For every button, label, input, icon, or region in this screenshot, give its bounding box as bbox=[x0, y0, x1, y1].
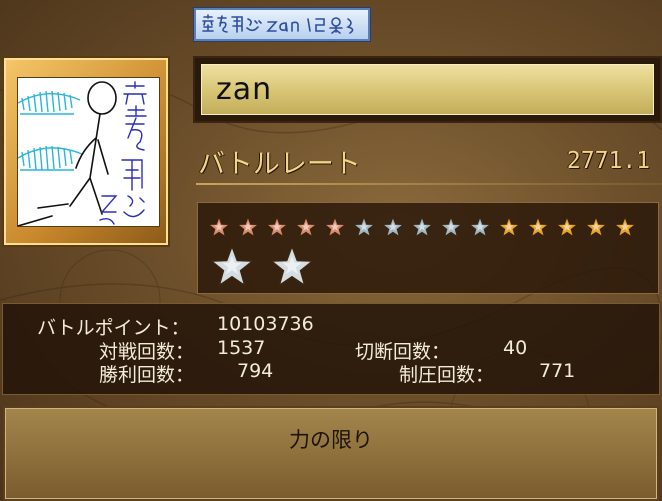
rank-star-gold-icon bbox=[527, 216, 549, 238]
battle-points-value: 10103736 bbox=[217, 313, 314, 335]
rank-star-gold-icon bbox=[585, 216, 607, 238]
player-name-banner: zan bbox=[193, 56, 662, 123]
avatar-frame[interactable] bbox=[2, 56, 170, 247]
big-star-silver-icon bbox=[268, 243, 316, 288]
title-bar[interactable]: 力の限り bbox=[3, 406, 659, 501]
battle-points-label: バトルポイント： bbox=[37, 317, 190, 339]
rank-star-gold-icon bbox=[614, 216, 636, 238]
rank-star-silver-icon bbox=[440, 216, 462, 238]
rank-stars-panel bbox=[197, 202, 659, 294]
name-tag-handwriting bbox=[202, 13, 354, 34]
player-name-plate: zan bbox=[201, 64, 654, 115]
rank-star-copper-icon bbox=[266, 216, 288, 238]
rank-star-copper-icon bbox=[324, 216, 346, 238]
rank-star-silver-icon bbox=[469, 216, 491, 238]
big-star-silver-icon bbox=[208, 243, 256, 288]
battle-rate-value: 2771.1 bbox=[566, 148, 650, 174]
matches-value: 1537 bbox=[217, 337, 266, 359]
conquests-label: 制圧回数： bbox=[399, 364, 495, 386]
stats-panel: バトルポイント： 10103736 対戦回数： 1537 切断回数： 40 勝利… bbox=[2, 303, 660, 395]
battle-rate-divider bbox=[196, 183, 662, 185]
disconnects-value: 40 bbox=[503, 337, 528, 359]
rank-star-silver-icon bbox=[411, 216, 433, 238]
battle-rate-label: バトルレート bbox=[198, 149, 361, 180]
wins-value: 794 bbox=[237, 360, 274, 382]
conquests-value: 771 bbox=[539, 360, 576, 382]
title-text: 力の限り bbox=[289, 428, 373, 452]
rank-star-gold-icon bbox=[498, 216, 520, 238]
rank-star-copper-icon bbox=[208, 216, 230, 238]
rank-star-gold-icon bbox=[556, 216, 578, 238]
player-name: zan bbox=[216, 72, 273, 107]
avatar bbox=[17, 77, 160, 227]
rank-star-silver-icon bbox=[382, 216, 404, 238]
rank-star-copper-icon bbox=[295, 216, 317, 238]
wins-label: 勝利回数： bbox=[99, 364, 195, 386]
rank-star-copper-icon bbox=[237, 216, 259, 238]
rank-star-silver-icon bbox=[353, 216, 375, 238]
avatar-drawing bbox=[17, 81, 147, 227]
name-tag bbox=[194, 8, 370, 41]
